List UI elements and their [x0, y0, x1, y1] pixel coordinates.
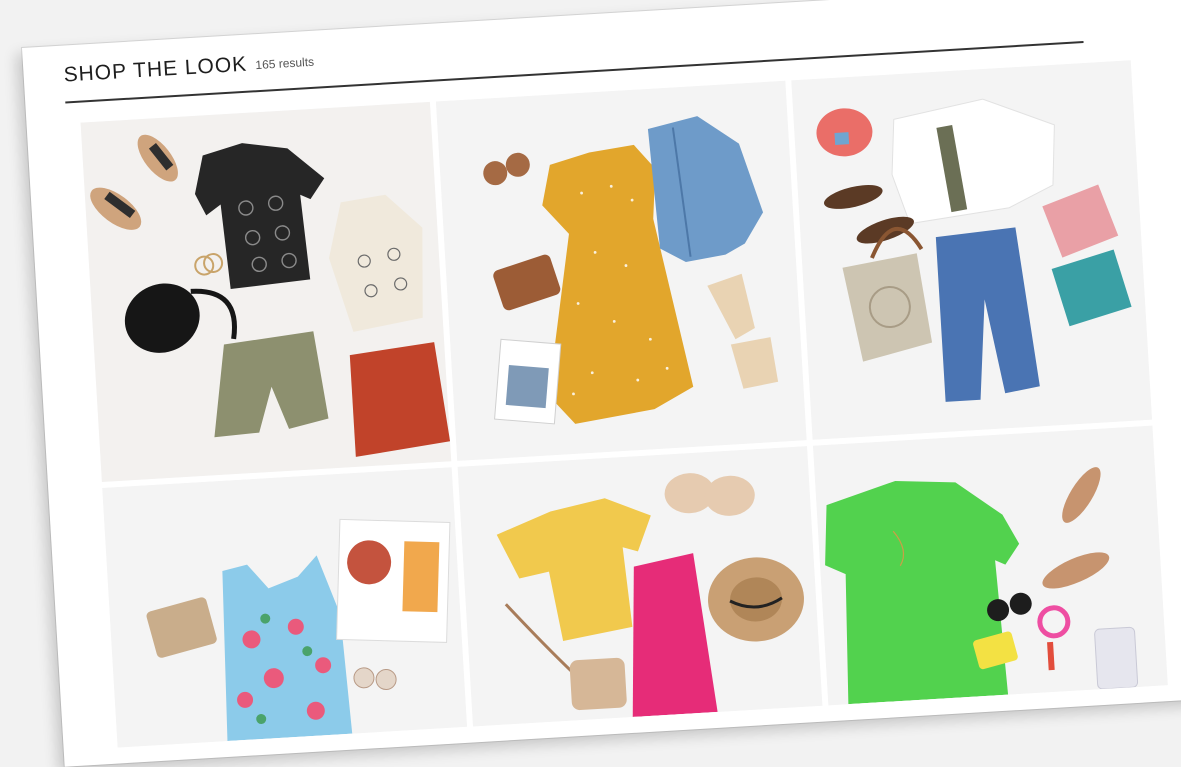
look-4-image — [102, 467, 468, 748]
look-card-4[interactable] — [102, 467, 468, 748]
look-card-2[interactable] — [435, 80, 807, 461]
look-card-6[interactable] — [812, 425, 1168, 706]
look-2-image — [435, 80, 807, 461]
magazine-icon — [494, 338, 562, 425]
page-sheet: SHOP THE LOOK 165 results — [22, 0, 1181, 767]
page-title: SHOP THE LOOK — [62, 52, 248, 87]
magazine-icon — [336, 518, 451, 643]
look-3-image — [791, 60, 1153, 440]
look-6-image — [812, 425, 1168, 706]
look-card-3[interactable] — [791, 60, 1153, 440]
look-card-5[interactable] — [457, 446, 823, 727]
look-card-1[interactable] — [80, 101, 452, 483]
results-count: 165 results — [255, 54, 315, 73]
look-5-image — [457, 446, 823, 727]
look-1-image — [80, 101, 452, 483]
